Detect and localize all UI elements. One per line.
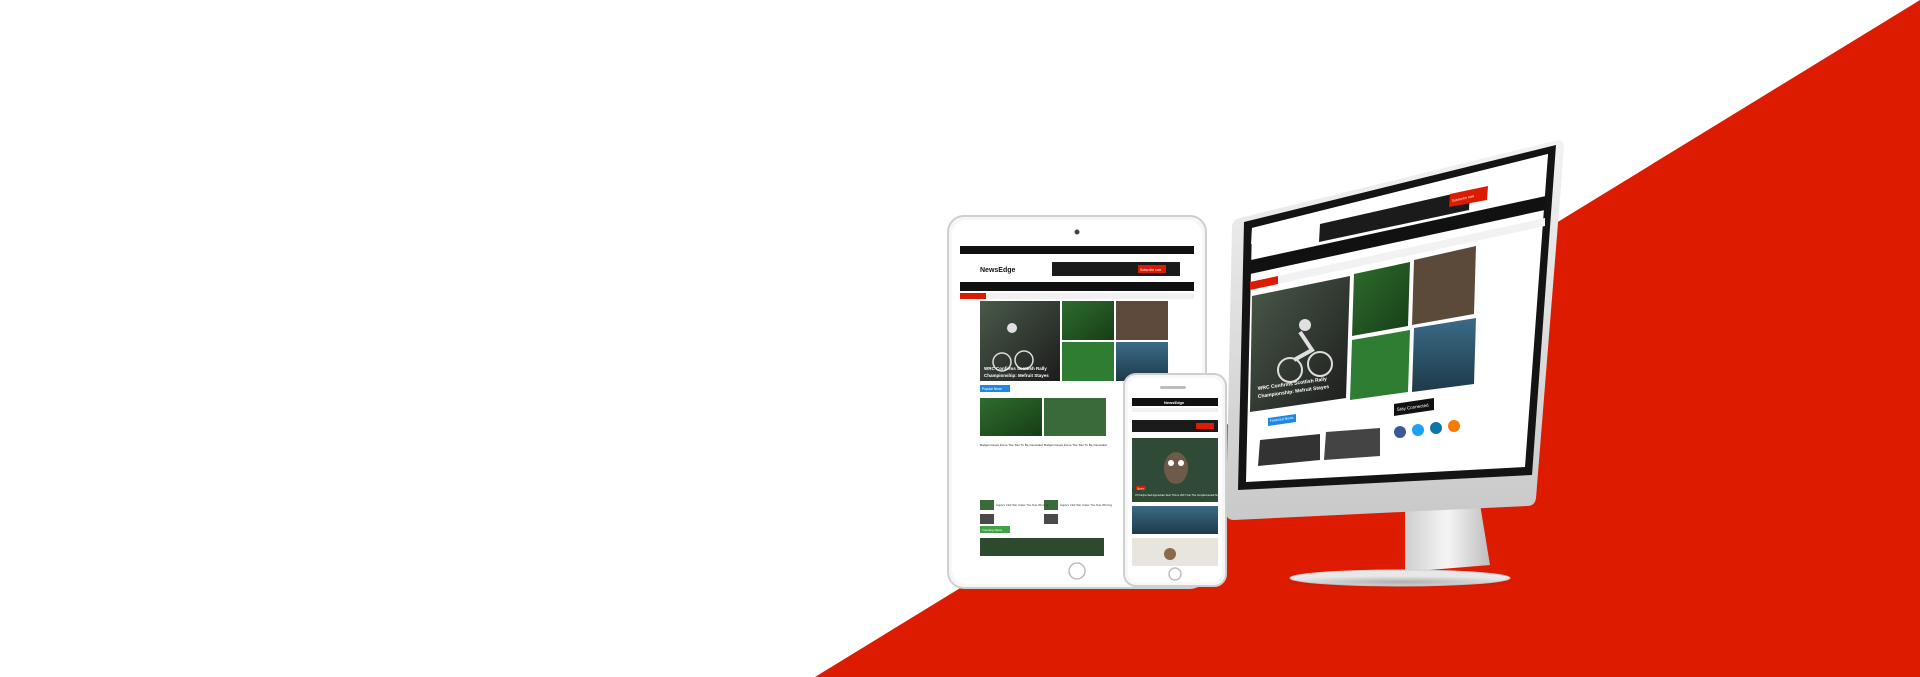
twitter-icon[interactable] <box>1412 424 1424 436</box>
tablet-logo[interactable]: NewsEdge <box>980 267 1016 274</box>
facebook-icon[interactable] <box>1394 426 1406 438</box>
phone-device <box>1123 373 1227 587</box>
phone-screen <box>1132 398 1218 566</box>
desktop-grid-image-4[interactable] <box>1412 318 1476 392</box>
phone-logo[interactable]: NewsEdge <box>1164 400 1185 405</box>
tablet-subscribe-label: Subscribe now <box>1140 268 1162 272</box>
hero-banner: NewsEdge Subscribe now WRC Confirms Scot… <box>815 0 1920 677</box>
desktop-grid-image-1[interactable] <box>1352 262 1410 336</box>
tablet-nav-bar <box>960 282 1194 291</box>
tablet-hero-title-1: WRC Confirms Scottish Rally <box>984 366 1047 371</box>
desktop-screen <box>1246 154 1548 482</box>
tablet-article-1[interactable]: Budget Issues Force The Tour To Be Cance… <box>980 443 1043 447</box>
tablet-grid-image-1[interactable] <box>1062 301 1114 340</box>
phone-subscribe-button[interactable] <box>1196 423 1214 429</box>
tablet-grid-image-3[interactable] <box>1062 342 1114 381</box>
tablet-camera <box>1074 229 1080 235</box>
tablet-hero-title-2: Championship: Mefruit Stayes <box>984 373 1049 378</box>
tablet-article-2[interactable]: Budget Issues Force The Tour To Be Cance… <box>1044 443 1107 447</box>
linkedin-icon[interactable] <box>1430 422 1442 434</box>
desktop-grid-image-3[interactable] <box>1350 330 1410 400</box>
tablet-trending-text: Trending News <box>982 528 1003 532</box>
tablet-list-item-2[interactable]: Apple's Club Win Under The Tete Winning <box>1060 503 1112 507</box>
phone-hero-caption: Of Kanjira Sed Appreciate Seer This Is 2… <box>1135 493 1220 497</box>
tablet-featured-label: Popular News <box>982 387 1002 391</box>
rss-icon[interactable] <box>1448 420 1460 432</box>
phone-tag-label: Sports <box>1137 488 1145 491</box>
tablet-list-item-1[interactable]: Apple's Club Win Under The Tete Winning <box>996 503 1048 507</box>
tablet-grid-image-2[interactable] <box>1116 301 1168 340</box>
